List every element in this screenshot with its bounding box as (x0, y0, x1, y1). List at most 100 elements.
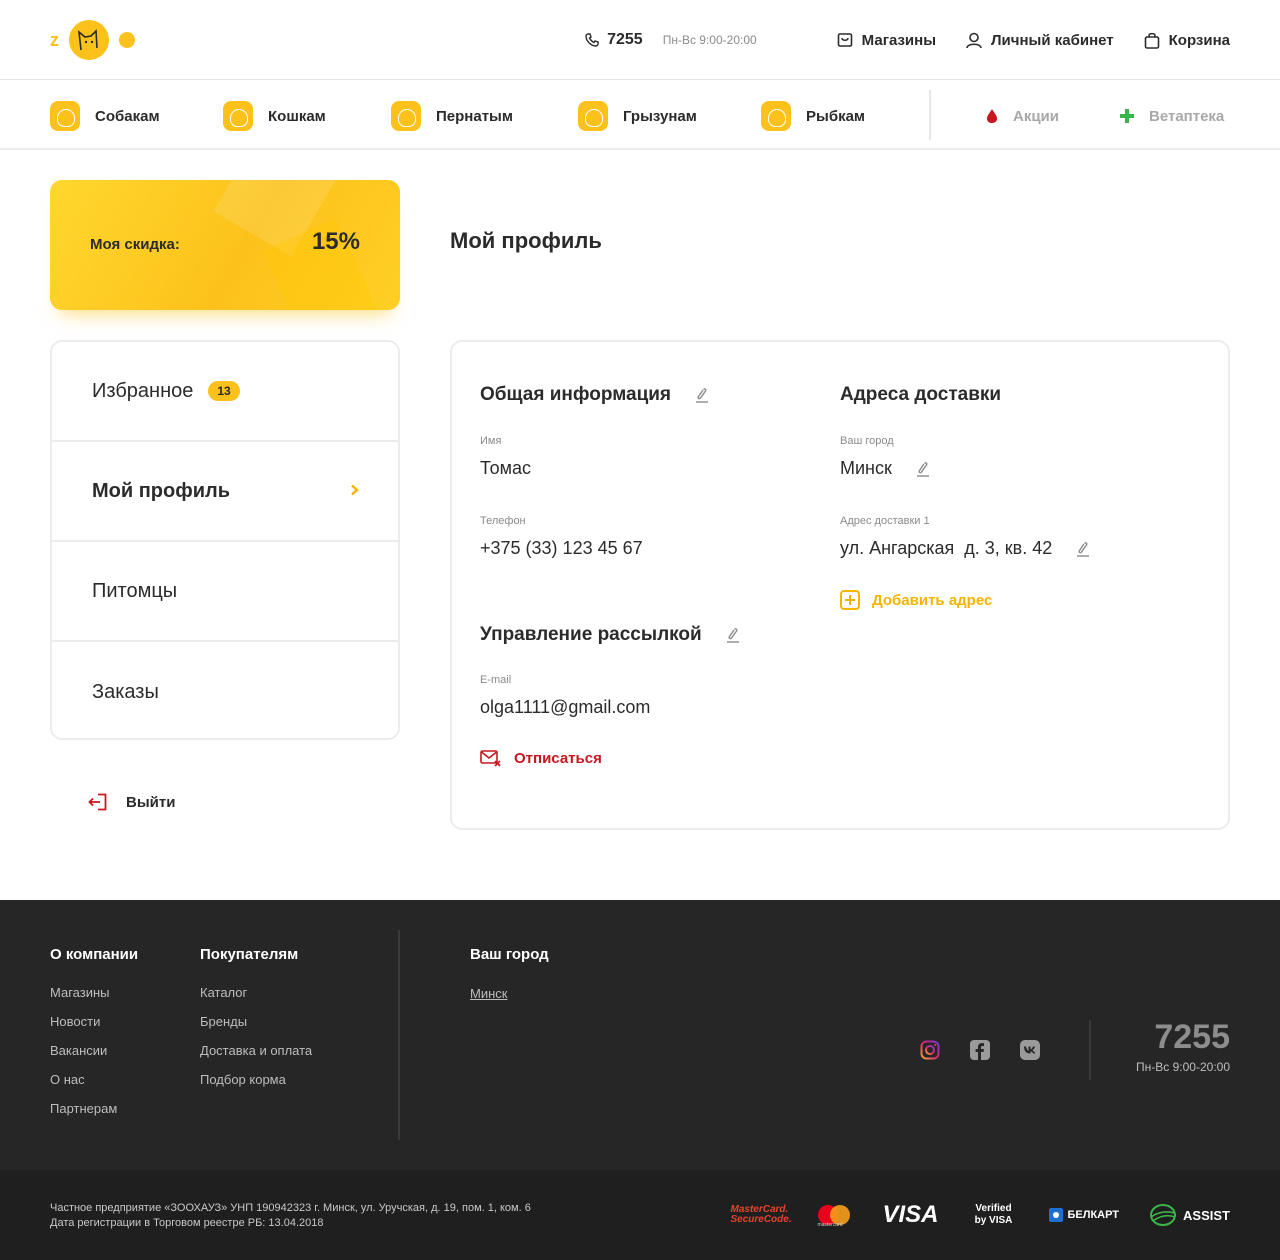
edit-address-icon[interactable] (1076, 541, 1090, 557)
facebook-icon[interactable] (970, 1040, 990, 1060)
category-birds-label: Пернатым (436, 107, 513, 125)
city-value: Минск (840, 458, 930, 479)
discount-label: Моя скидка: (90, 236, 180, 253)
dog-logo-icon (69, 20, 109, 60)
social-links (920, 1040, 1070, 1060)
footer-city-link[interactable]: Минск (470, 986, 507, 1001)
mailing-title-text: Управление рассылкой (480, 624, 702, 645)
side-item-orders[interactable]: Заказы (52, 642, 398, 738)
general-info-title-text: Общая информация (480, 384, 672, 405)
drop-icon (987, 109, 997, 123)
category-fish-label: Рыбкам (806, 107, 866, 125)
delivery-title: Адреса доставки (840, 384, 1001, 406)
category-nav: Собакам Кошкам Пернатым Грызунам Рыбкам … (0, 80, 1280, 150)
assist-label: ASSIST (1183, 1207, 1230, 1223)
category-dogs[interactable]: Собакам (50, 100, 160, 132)
phone-text: +375 (33) 123 45 67 (480, 538, 643, 558)
footer-link-delivery[interactable]: Доставка и оплата (200, 1043, 312, 1058)
assist-logo: ASSIST (1149, 1203, 1230, 1227)
promotions-link[interactable]: Акции (985, 100, 1059, 132)
email-value: olga1111@gmail.com (480, 697, 650, 718)
stores-link[interactable]: Магазины (837, 32, 936, 49)
city-text: Минск (840, 458, 892, 478)
footer-buyers-title: Покупателям (200, 946, 299, 963)
footer-link-food-selector[interactable]: Подбор корма (200, 1072, 312, 1087)
account-link[interactable]: Личный кабинет (966, 32, 1114, 49)
logo[interactable]: z (50, 20, 135, 60)
logout-button[interactable]: Выйти (88, 793, 175, 811)
side-item-pets[interactable]: Питомцы (52, 542, 398, 642)
legal-info: Частное предприятие «ЗООХАУЗ» УНП 190942… (50, 1201, 531, 1231)
footer-link-partners[interactable]: Партнерам (50, 1101, 138, 1116)
belkart-logo: БЕЛКАРТ (1048, 1208, 1119, 1222)
plus-box-icon (840, 590, 860, 610)
cart-link[interactable]: Корзина (1144, 32, 1230, 49)
logo-z-icon: z (50, 29, 59, 50)
footer-link-about[interactable]: О нас (50, 1072, 138, 1087)
chevron-right-icon (351, 484, 359, 496)
assist-icon (1150, 1204, 1177, 1226)
page-title: Мой профиль (450, 228, 602, 253)
footer-link-catalog[interactable]: Каталог (200, 985, 312, 1000)
footer-company-title: О компании (50, 946, 139, 963)
legal-line-1: Частное предприятие «ЗООХАУЗ» УНП 190942… (50, 1202, 531, 1214)
name-label: Имя (480, 435, 502, 447)
payment-logos: MasterCard. SecureCode. mastercard VISA … (700, 1200, 1230, 1230)
unsubscribe-label: Отписаться (514, 749, 602, 767)
mastercard-securecode-logo: MasterCard. SecureCode. (730, 1204, 792, 1225)
phone-label: Телефон (480, 515, 526, 527)
category-fish[interactable]: Рыбкам (761, 100, 865, 132)
edit-mailing-icon[interactable] (726, 627, 740, 643)
city-label: Ваш город (840, 435, 894, 447)
footer-link-jobs[interactable]: Вакансии (50, 1043, 138, 1058)
side-item-profile-label: Мой профиль (92, 479, 231, 502)
side-item-orders-label: Заказы (92, 680, 159, 703)
add-address-label: Добавить адрес (872, 591, 993, 609)
address-text: ул. Ангарская д. 3, кв. 42 (840, 538, 1053, 558)
footer-company: О компании Магазины Новости Вакансии О н… (50, 946, 138, 1130)
side-item-favorites[interactable]: Избранное 13 (52, 342, 398, 442)
discount-card: Моя скидка: 15% (50, 180, 400, 310)
footer-link-brands[interactable]: Бренды (200, 1014, 312, 1029)
add-address-button[interactable]: Добавить адрес (840, 590, 992, 610)
category-cats-label: Кошкам (268, 107, 326, 125)
footer-phone-hours: Пн-Вс 9:00-20:00 (1136, 1060, 1230, 1074)
mastercard-logo: mastercard (816, 1200, 852, 1230)
visa-logo: VISA (882, 1201, 939, 1228)
bird-icon (391, 101, 421, 131)
discount-value: 15% (311, 228, 360, 255)
vk-icon[interactable] (1020, 1040, 1040, 1060)
cat-icon (223, 101, 253, 131)
unsubscribe-button[interactable]: Отписаться (480, 749, 602, 767)
mastercard-label: mastercard (817, 1222, 843, 1228)
phone-icon (585, 33, 599, 47)
footer-link-news[interactable]: Новости (50, 1014, 138, 1029)
side-item-pets-label: Питомцы (92, 579, 178, 602)
edit-city-icon[interactable] (916, 461, 930, 477)
vet-pharmacy-link[interactable]: Ветаптека (1119, 100, 1224, 132)
category-cats[interactable]: Кошкам (223, 100, 326, 132)
category-rodents[interactable]: Грызунам (578, 100, 697, 132)
name-value: Томас (480, 458, 531, 479)
top-header: z 7255 Пн-Вс 9:00-20:00 Магазины Личный … (0, 0, 1280, 80)
edit-general-icon[interactable] (695, 387, 709, 403)
footer-phone-number[interactable]: 7255 (1136, 1018, 1230, 1057)
category-dogs-label: Собакам (95, 107, 160, 125)
favorites-count-badge: 13 (208, 381, 240, 401)
instagram-icon[interactable] (920, 1040, 940, 1060)
address-label: Адрес доставки 1 (840, 515, 930, 527)
side-item-favorites-label: Избранное (92, 379, 194, 402)
dog-icon (50, 101, 80, 131)
logout-icon (88, 793, 107, 811)
side-item-profile[interactable]: Мой профиль (52, 442, 398, 542)
profile-panel: Общая информация Имя Томас Телефон +375 … (450, 340, 1230, 830)
header-right: 7255 Пн-Вс 9:00-20:00 Магазины Личный ка… (585, 0, 1230, 80)
header-phone[interactable]: 7255 (585, 31, 643, 49)
email-label: E-mail (480, 674, 512, 686)
bag-icon (1144, 32, 1159, 49)
category-birds[interactable]: Пернатым (391, 100, 513, 132)
footer-buyers: Покупателям Каталог Бренды Доставка и оп… (200, 946, 312, 1101)
footer-link-stores[interactable]: Магазины (50, 985, 138, 1000)
header-hours: Пн-Вс 9:00-20:00 (662, 33, 757, 47)
footer-city-title: Ваш город (470, 946, 549, 963)
